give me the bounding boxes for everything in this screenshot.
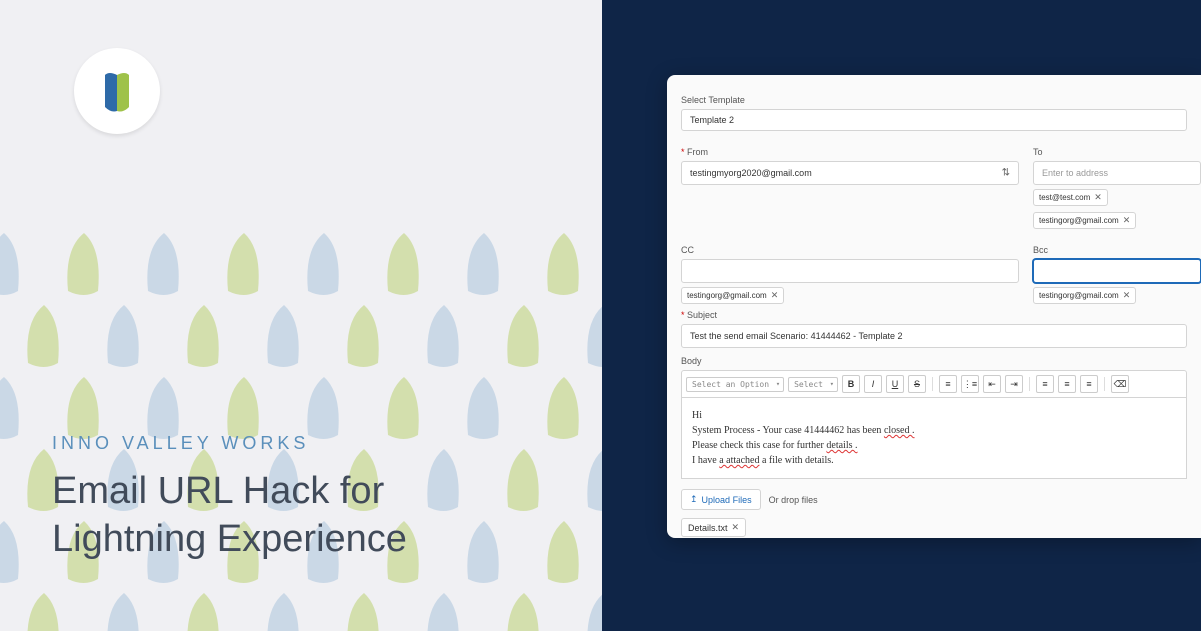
upload-hint: Or drop files — [769, 495, 818, 505]
leaf-icon — [220, 229, 265, 299]
leaf-icon — [580, 589, 602, 631]
align-left-icon[interactable]: ≡ — [1036, 375, 1054, 393]
eyebrow-text: INNO VALLEY WORKS — [52, 433, 407, 454]
leaf-icon — [180, 589, 225, 631]
body-label: Body — [681, 356, 1201, 366]
leaf-icon — [380, 229, 425, 299]
close-icon[interactable]: ✕ — [732, 522, 740, 533]
toolbar-select-font[interactable]: Select — [788, 377, 838, 392]
to-input[interactable]: Enter to address — [1033, 161, 1201, 185]
close-icon[interactable]: ✕ — [1123, 290, 1131, 301]
right-panel: Select Template Template 2 From testingm… — [602, 0, 1201, 631]
list-bullet-icon[interactable]: ≡ — [939, 375, 957, 393]
leaf-icon — [500, 301, 545, 371]
leaf-icon — [260, 589, 305, 631]
underline-icon[interactable]: U — [886, 375, 904, 393]
attached-file-chip[interactable]: Details.txt ✕ — [681, 518, 746, 537]
editor-toolbar: Select an Option Select B I U S ≡ ⋮≡ ⇤ ⇥… — [681, 370, 1187, 398]
subject-input[interactable]: Test the send email Scenario: 41444462 -… — [681, 324, 1187, 348]
leaf-icon — [0, 229, 25, 299]
clear-format-icon[interactable]: ⌫ — [1111, 375, 1129, 393]
template-label: Select Template — [681, 95, 1201, 105]
template-select[interactable]: Template 2 — [681, 109, 1187, 131]
email-chip[interactable]: testingorg@gmail.com✕ — [1033, 287, 1136, 304]
email-chip[interactable]: testingorg@gmail.com✕ — [681, 287, 784, 304]
leaf-icon — [540, 517, 585, 587]
cc-input[interactable] — [681, 259, 1019, 283]
from-label: From — [681, 147, 1019, 157]
leaf-icon — [580, 301, 602, 371]
leaf-icon — [20, 589, 65, 631]
leaf-icon — [260, 301, 305, 371]
body-editor[interactable]: Hi System Process - Your case 41444462 h… — [681, 398, 1187, 479]
cc-label: CC — [681, 245, 1019, 255]
upload-files-button[interactable]: ↥ Upload Files — [681, 489, 761, 510]
leaf-icon — [300, 229, 345, 299]
leaf-icon — [420, 445, 465, 515]
indent-icon[interactable]: ⇥ — [1005, 375, 1023, 393]
leaf-icon — [540, 373, 585, 443]
leaf-icon — [140, 229, 185, 299]
leaf-icon — [540, 229, 585, 299]
leaf-icon — [340, 301, 385, 371]
bold-icon[interactable]: B — [842, 375, 860, 393]
upload-icon: ↥ — [690, 494, 698, 505]
toolbar-select-option[interactable]: Select an Option — [686, 377, 784, 392]
close-icon[interactable]: ✕ — [771, 290, 779, 301]
subject-label: Subject — [681, 310, 1187, 320]
strike-icon[interactable]: S — [908, 375, 926, 393]
leaf-icon — [100, 589, 145, 631]
email-chip[interactable]: test@test.com✕ — [1033, 189, 1108, 206]
leaf-icon — [100, 301, 145, 371]
leaf-icon — [420, 301, 465, 371]
leaf-icon — [460, 373, 505, 443]
from-select[interactable]: testingmyorg2020@gmail.com — [681, 161, 1019, 185]
close-icon[interactable]: ✕ — [1094, 192, 1102, 203]
leaf-icon — [460, 517, 505, 587]
left-panel: INNO VALLEY WORKS Email URL Hack for Lig… — [0, 0, 602, 631]
email-compose-modal: Select Template Template 2 From testingm… — [667, 75, 1201, 538]
leaf-icon — [60, 229, 105, 299]
bcc-label: Bcc — [1033, 245, 1201, 255]
to-label: To — [1033, 147, 1201, 157]
close-icon[interactable]: ✕ — [1123, 215, 1131, 226]
leaf-icon — [500, 445, 545, 515]
leaf-icon — [0, 517, 25, 587]
leaf-icon — [500, 589, 545, 631]
leaf-icon — [340, 589, 385, 631]
italic-icon[interactable]: I — [864, 375, 882, 393]
left-text-block: INNO VALLEY WORKS Email URL Hack for Lig… — [52, 433, 407, 563]
leaf-icon — [20, 301, 65, 371]
align-right-icon[interactable]: ≡ — [1080, 375, 1098, 393]
leaf-icon — [0, 373, 25, 443]
headline: Email URL Hack for Lightning Experience — [52, 468, 407, 563]
bcc-input[interactable] — [1033, 259, 1201, 283]
logo — [74, 48, 160, 134]
leaf-icon — [180, 301, 225, 371]
list-number-icon[interactable]: ⋮≡ — [961, 375, 979, 393]
email-chip[interactable]: testingorg@gmail.com✕ — [1033, 212, 1136, 229]
align-center-icon[interactable]: ≡ — [1058, 375, 1076, 393]
leaf-icon — [580, 445, 602, 515]
leaf-icon — [420, 589, 465, 631]
outdent-icon[interactable]: ⇤ — [983, 375, 1001, 393]
leaf-icon — [460, 229, 505, 299]
